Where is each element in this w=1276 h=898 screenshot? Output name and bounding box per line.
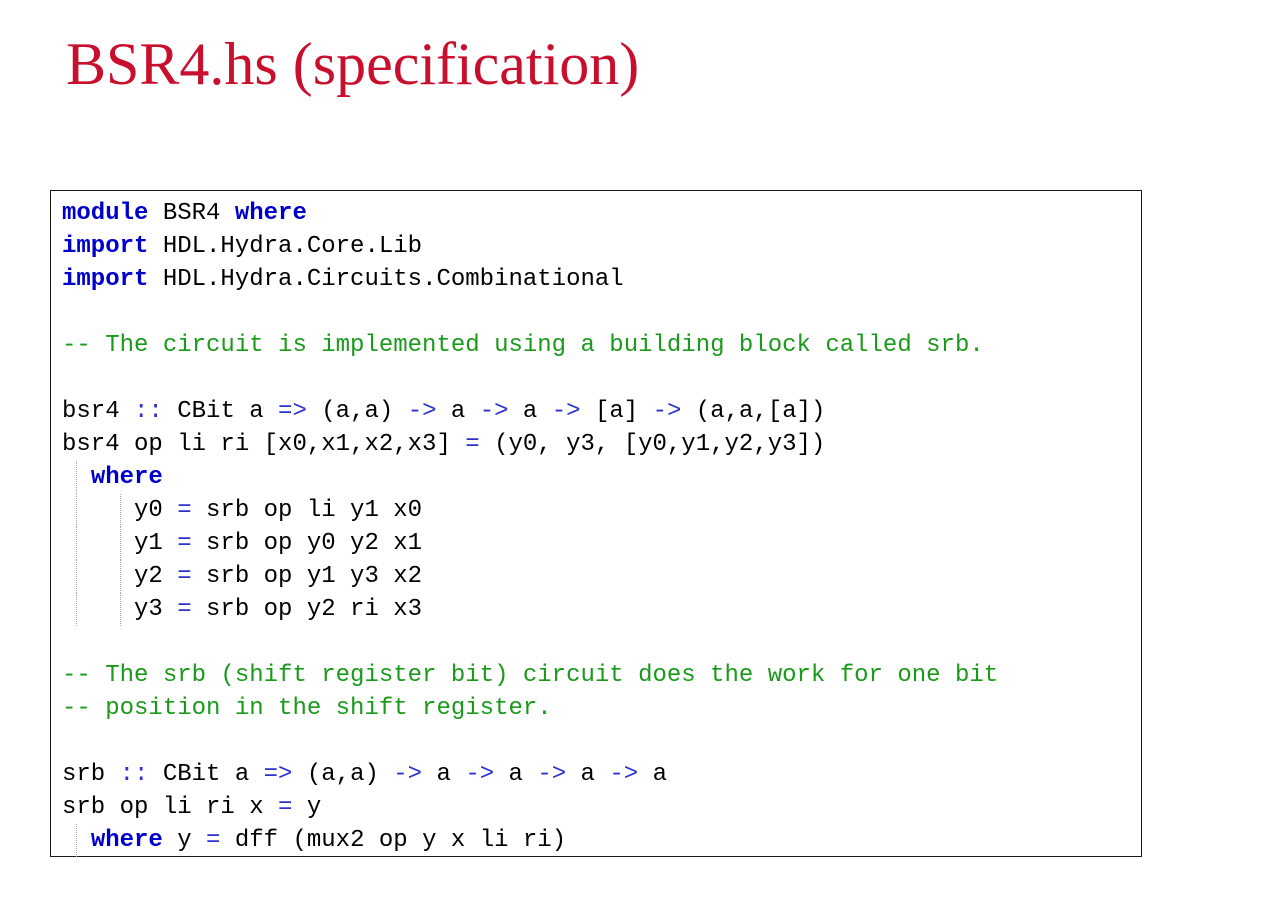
indent-guide	[76, 560, 78, 593]
operator-token: =	[177, 530, 192, 557]
code-line: import HDL.Hydra.Circuits.Combinational	[62, 263, 1141, 296]
operator-token: ->	[537, 761, 567, 788]
code-token: bsr4	[62, 398, 135, 425]
operator-token: ->	[393, 761, 423, 788]
comment-token: -- The circuit is implemented using a bu…	[62, 332, 984, 359]
code-line: y2 = srb op y1 y3 x2	[62, 560, 1141, 593]
code-token: (a,a)	[306, 398, 408, 425]
code-line: -- position in the shift register.	[62, 692, 1141, 725]
operator-token: ::	[134, 398, 163, 425]
code-listing-box: module BSR4 where import HDL.Hydra.Core.L…	[50, 190, 1142, 857]
code-line: module BSR4 where	[62, 197, 1141, 230]
operator-token: =	[177, 563, 192, 590]
slide: BSR4.hs (specification) module BSR4 wher…	[0, 0, 1276, 898]
indent-guide	[119, 494, 121, 527]
code-token: (a,a,[a])	[681, 398, 826, 425]
indent-guide	[76, 593, 78, 626]
keyword-token: module	[62, 200, 149, 227]
code-token: bsr4 op li ri [x0,x1,x2,x3]	[62, 431, 466, 458]
code-token: srb op y2 ri x3	[191, 596, 423, 623]
code-token: a	[638, 761, 667, 788]
operator-token: ->	[551, 398, 581, 425]
indent-guide	[76, 527, 78, 560]
code-token: srb op li y1 x0	[191, 497, 423, 524]
code-token: srb op y1 y3 x2	[191, 563, 423, 590]
indent-guide	[119, 560, 121, 593]
code-token: (a,a)	[292, 761, 394, 788]
code-line: srb :: CBit a => (a,a) -> a -> a -> a ->…	[62, 758, 1141, 791]
code-line: -- The srb (shift register bit) circuit …	[62, 659, 1141, 692]
code-token: y	[162, 827, 207, 854]
code-listing: module BSR4 where import HDL.Hydra.Core.L…	[62, 197, 1141, 857]
code-token: dff (mux2 op y x li ri)	[220, 827, 567, 854]
indent-guide	[76, 461, 78, 494]
code-line: bsr4 op li ri [x0,x1,x2,x3] = (y0, y3, […	[62, 428, 1141, 461]
page-title: BSR4.hs (specification)	[66, 31, 640, 97]
operator-token: =	[278, 794, 293, 821]
code-token: a	[508, 398, 552, 425]
code-token: BSR4	[148, 200, 235, 227]
indent-guide	[119, 593, 121, 626]
code-line: where	[62, 461, 1141, 494]
code-token: HDL.Hydra.Core.Lib	[148, 233, 423, 260]
indent-guide	[76, 494, 78, 527]
keyword-token: where	[90, 827, 163, 854]
operator-token: =>	[263, 761, 293, 788]
code-line: y3 = srb op y2 ri x3	[62, 593, 1141, 626]
operator-token: ->	[609, 761, 639, 788]
keyword-token: where	[90, 464, 163, 491]
code-token: srb	[62, 761, 120, 788]
operator-token: ->	[479, 398, 509, 425]
comment-token: -- position in the shift register.	[62, 695, 552, 722]
operator-token: =	[206, 827, 221, 854]
code-line: y1 = srb op y0 y2 x1	[62, 527, 1141, 560]
indent-guide	[76, 824, 78, 857]
indent-guide	[119, 527, 121, 560]
code-line: y0 = srb op li y1 x0	[62, 494, 1141, 527]
code-token: (y0, y3, [y0,y1,y2,y3])	[479, 431, 826, 458]
operator-token: ->	[652, 398, 682, 425]
code-token: a	[436, 398, 480, 425]
operator-token: ->	[407, 398, 437, 425]
code-token: a	[422, 761, 466, 788]
code-token: a	[566, 761, 610, 788]
code-token: [a]	[580, 398, 653, 425]
code-line: srb op li ri x = y	[62, 791, 1141, 824]
code-line: where y = dff (mux2 op y x li ri)	[62, 824, 1141, 857]
code-token: srb op y0 y2 x1	[191, 530, 423, 557]
code-token: srb op li ri x	[62, 794, 279, 821]
keyword-token: where	[234, 200, 307, 227]
code-token: CBit a	[148, 761, 264, 788]
keyword-token: import	[62, 233, 149, 260]
code-token: HDL.Hydra.Circuits.Combinational	[148, 266, 624, 293]
operator-token: =	[465, 431, 480, 458]
operator-token: =	[177, 596, 192, 623]
keyword-token: import	[62, 266, 149, 293]
code-line: bsr4 :: CBit a => (a,a) -> a -> a -> [a]…	[62, 395, 1141, 428]
code-line: import HDL.Hydra.Core.Lib	[62, 230, 1141, 263]
code-token: a	[494, 761, 538, 788]
code-token: y	[292, 794, 322, 821]
operator-token: ->	[465, 761, 495, 788]
comment-token: -- The srb (shift register bit) circuit …	[62, 662, 999, 689]
operator-token: =>	[278, 398, 307, 425]
operator-token: =	[177, 497, 192, 524]
operator-token: ::	[119, 761, 149, 788]
code-token: CBit a	[162, 398, 279, 425]
code-line: -- The circuit is implemented using a bu…	[62, 329, 1141, 362]
